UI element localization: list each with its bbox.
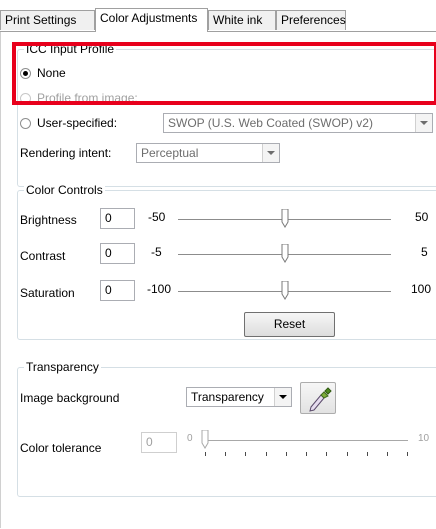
radio-none[interactable]	[20, 68, 31, 79]
saturation-min-label: -100	[147, 282, 172, 296]
transparency-legend: Transparency	[24, 360, 101, 374]
slider-tick	[245, 452, 246, 456]
radio-profile-from-image[interactable]	[20, 93, 31, 104]
saturation-slider-thumb[interactable]	[281, 281, 289, 300]
contrast-label: Contrast	[20, 249, 66, 263]
slider-tick	[205, 452, 206, 456]
slider-tick	[286, 452, 287, 456]
brightness-max-label: 50	[415, 210, 429, 224]
tab-panel: ICC Input Profile None Profile from imag…	[0, 32, 436, 528]
eyedropper-button[interactable]	[300, 382, 336, 414]
tab-white-ink[interactable]: White ink	[208, 10, 276, 30]
image-background-select[interactable]: Transparency	[186, 387, 292, 407]
brightness-min-label: -50	[148, 210, 166, 224]
slider-tick	[387, 452, 388, 456]
saturation-max-label: 100	[411, 282, 432, 296]
color-tolerance-label: Color tolerance	[20, 441, 102, 455]
contrast-max-label: 5	[421, 245, 428, 259]
radio-user-specified[interactable]	[20, 118, 31, 129]
color-tolerance-slider-track[interactable]	[205, 440, 408, 441]
chevron-down-icon	[415, 114, 432, 132]
color-tolerance-input[interactable]: 0	[141, 432, 177, 453]
eyedropper-icon	[309, 387, 332, 412]
rendering-intent-select[interactable]: Perceptual	[136, 143, 280, 163]
saturation-input[interactable]: 0	[100, 280, 135, 301]
slider-tick	[306, 452, 307, 456]
slider-tick	[225, 452, 226, 456]
rendering-intent-label: Rendering intent:	[20, 146, 112, 160]
contrast-min-label: -5	[151, 245, 162, 259]
chevron-down-icon	[274, 388, 291, 406]
chevron-down-icon	[262, 144, 279, 162]
slider-tick	[407, 452, 408, 456]
user-specified-profile-select[interactable]: SWOP (U.S. Web Coated (SWOP) v2)	[163, 113, 433, 133]
slider-tick	[326, 452, 327, 456]
brightness-label: Brightness	[20, 213, 77, 227]
slider-tick	[367, 452, 368, 456]
contrast-slider-thumb[interactable]	[281, 244, 289, 263]
contrast-input[interactable]: 0	[100, 243, 135, 264]
tab-color-adjustments[interactable]: Color Adjustments	[95, 8, 208, 32]
tolerance-min-label: 0	[187, 433, 193, 444]
saturation-label: Saturation	[20, 286, 75, 300]
color-tolerance-slider-thumb[interactable]	[201, 430, 209, 449]
slider-tick	[266, 452, 267, 456]
color-controls-group: Color Controls	[17, 183, 436, 340]
image-background-label: Image background	[20, 391, 120, 405]
tab-preferences[interactable]: Preferences	[276, 10, 346, 30]
brightness-input[interactable]: 0	[100, 208, 135, 229]
user-specified-profile-value: SWOP (U.S. Web Coated (SWOP) v2)	[168, 116, 373, 130]
tab-strip: Print Settings Color Adjustments White i…	[0, 0, 436, 34]
radio-profile-from-image-label: Profile from image:	[37, 91, 138, 105]
tolerance-ticks	[205, 452, 409, 457]
color-controls-legend: Color Controls	[24, 183, 105, 197]
radio-user-specified-label: User-specified:	[37, 116, 118, 130]
slider-tick	[347, 452, 348, 456]
radio-none-label: None	[37, 66, 66, 80]
tolerance-max-label: 10	[418, 433, 430, 444]
tab-print-settings[interactable]: Print Settings	[0, 10, 95, 30]
icc-profile-legend: ICC Input Profile	[24, 42, 117, 56]
image-background-value: Transparency	[191, 390, 264, 404]
rendering-intent-value: Perceptual	[141, 146, 199, 160]
reset-button[interactable]: Reset	[244, 312, 335, 337]
brightness-slider-thumb[interactable]	[281, 209, 289, 228]
